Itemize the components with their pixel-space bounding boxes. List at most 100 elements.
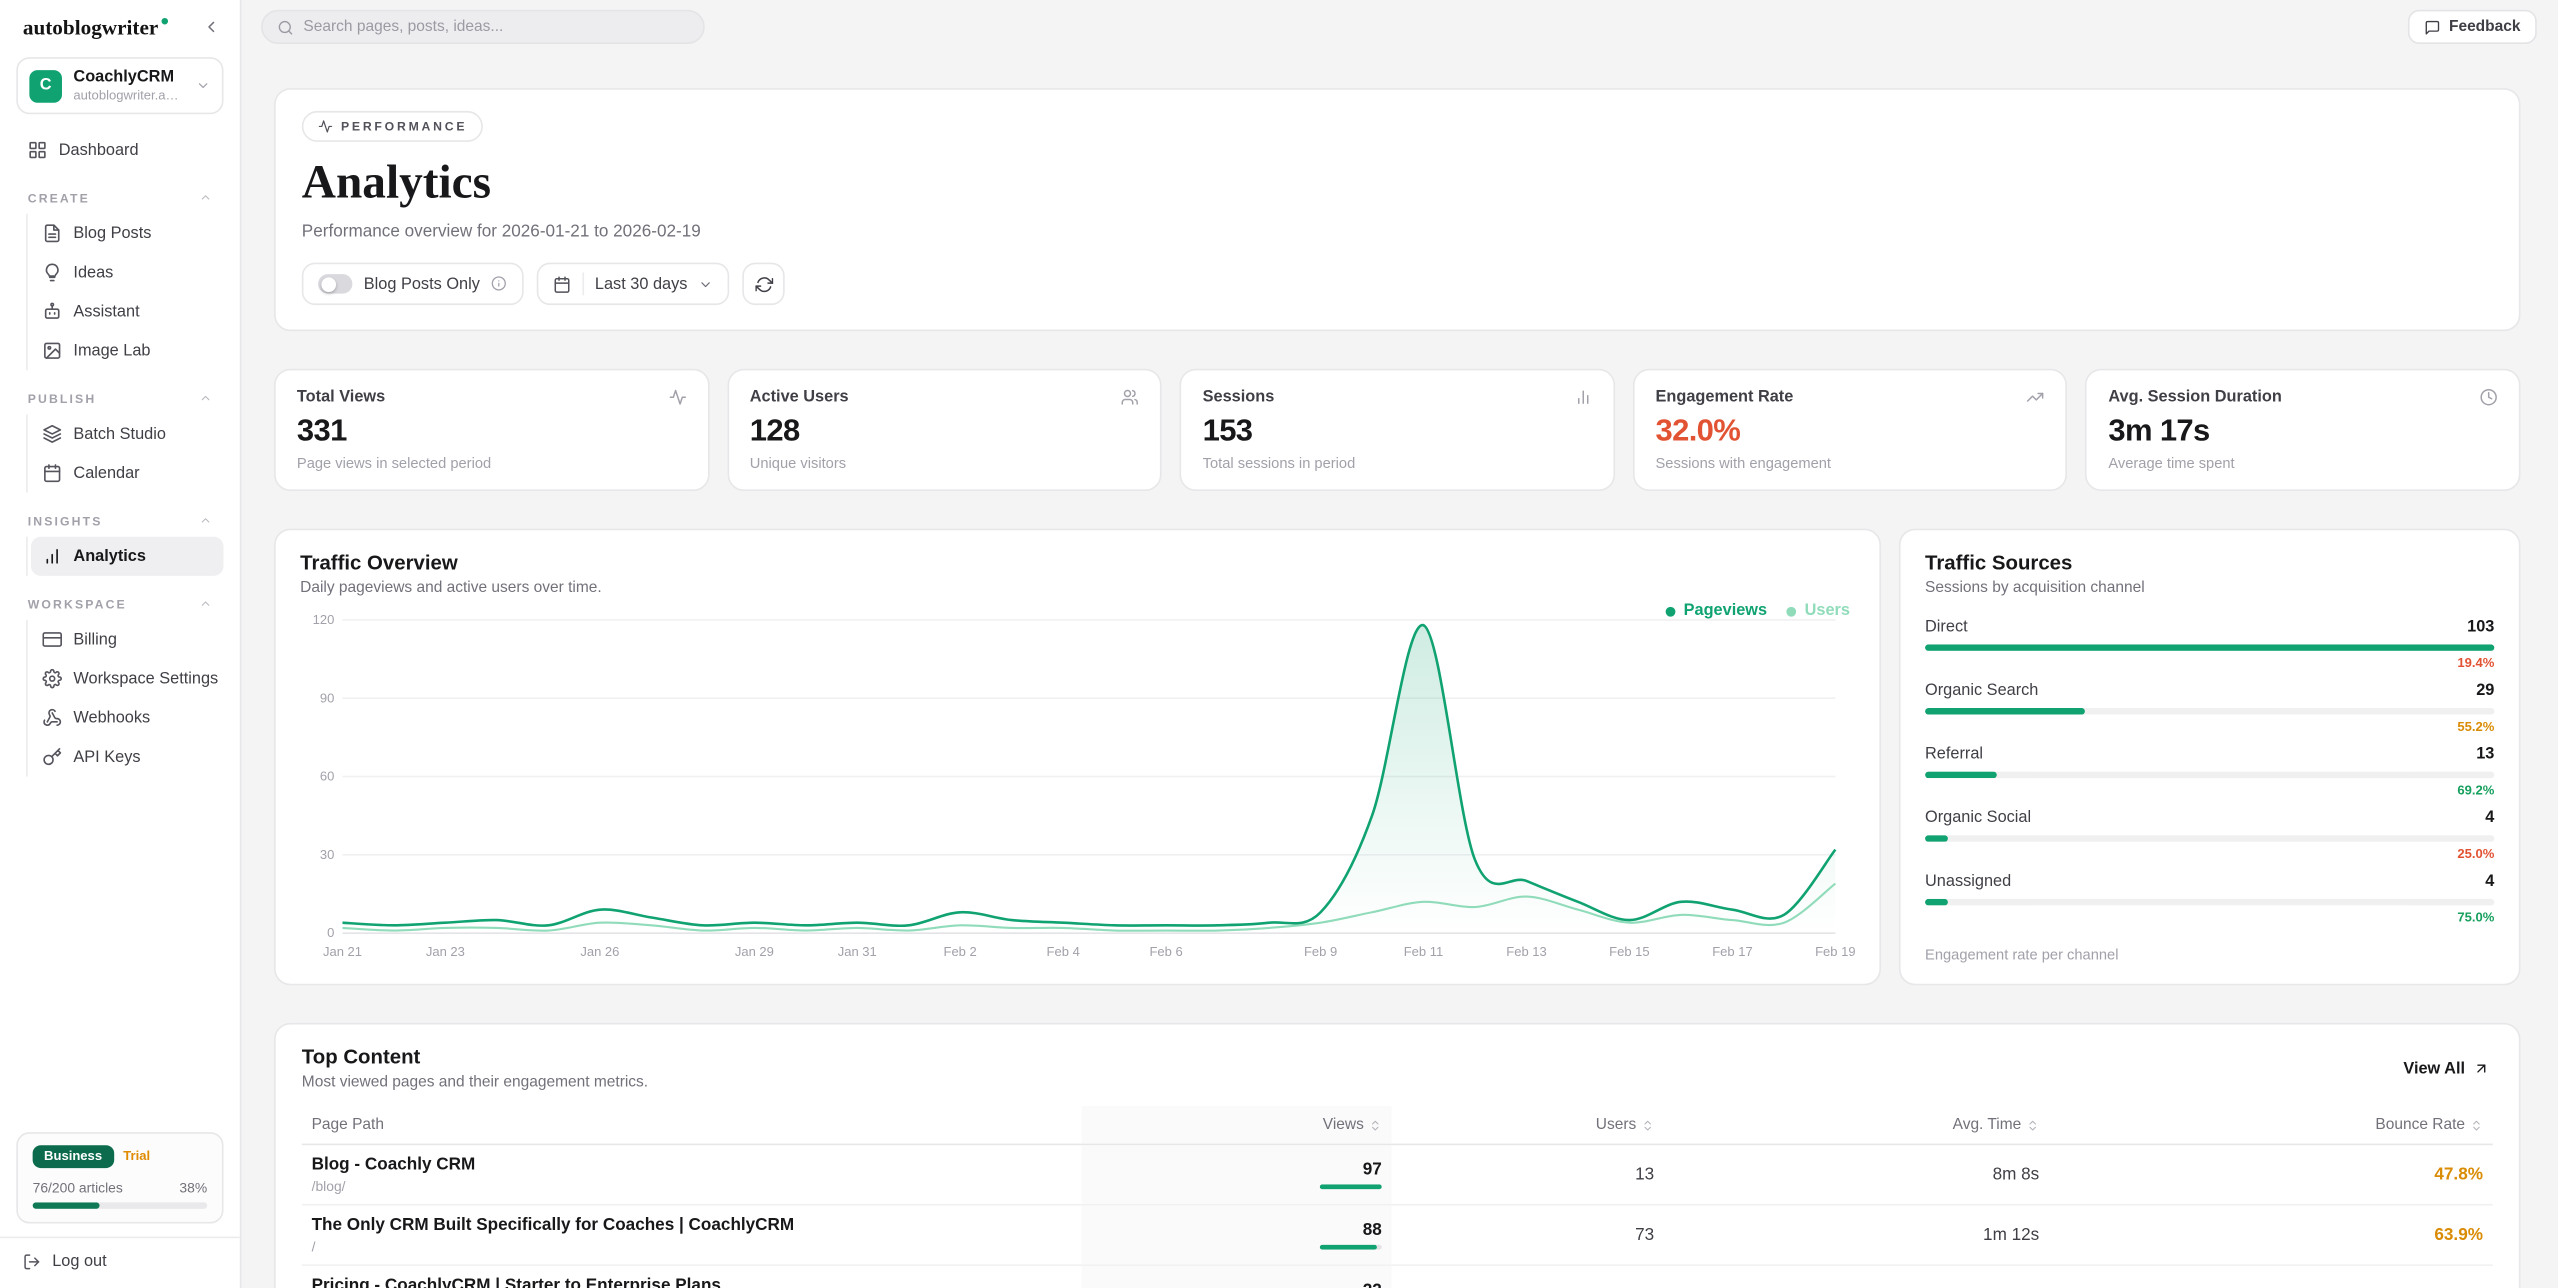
- source-name: Unassigned: [1925, 873, 2011, 891]
- users-cell: 73: [1392, 1215, 1664, 1254]
- arrow-up-right-icon: [2473, 1060, 2489, 1076]
- sidebar-item-workspace-settings[interactable]: Workspace Settings: [31, 659, 224, 698]
- column-header-page-path[interactable]: Page Path: [302, 1106, 1082, 1144]
- traffic-overview-title: Traffic Overview: [300, 551, 1855, 574]
- svg-text:Jan 26: Jan 26: [580, 944, 619, 959]
- nav-group-create: Blog PostsIdeasAssistantImage Lab: [26, 214, 223, 371]
- file-text-icon: [42, 223, 62, 243]
- source-bar-fill: [1925, 708, 2086, 715]
- bar-chart-icon: [42, 547, 62, 567]
- settings-icon: [42, 669, 62, 689]
- key-icon: [42, 747, 62, 767]
- views-mini-bar: [1320, 1184, 1382, 1189]
- traffic-source-organic-social: Organic Social425.0%: [1925, 809, 2494, 861]
- users-icon: [1121, 388, 1139, 406]
- source-engagement-rate: 75.0%: [1925, 910, 2494, 925]
- stat-value: 331: [297, 414, 686, 450]
- source-name: Referral: [1925, 746, 1983, 764]
- plan-progress-fill: [33, 1202, 99, 1209]
- chevron-up-icon: [199, 514, 212, 527]
- sidebar-item-api-keys[interactable]: API Keys: [31, 737, 224, 776]
- search-input[interactable]: [303, 18, 688, 36]
- avg-time-cell: 2m 57s: [1664, 1276, 2049, 1288]
- view-all-label: View All: [2403, 1060, 2465, 1078]
- workspace-url: autoblogwriter.app/coa...: [73, 88, 184, 103]
- chart-legend: Pageviews Users: [1666, 602, 1850, 620]
- table-row[interactable]: Pricing - CoachlyCRM | Starter to Enterp…: [302, 1266, 2493, 1288]
- nav-section-publish[interactable]: PUBLISH: [16, 382, 223, 415]
- stat-card-active-users: Active Users128Unique visitors: [727, 369, 1162, 491]
- column-header-views[interactable]: Views: [1082, 1106, 1392, 1144]
- page-path-cell: The Only CRM Built Specifically for Coac…: [302, 1206, 1082, 1265]
- views-cell: 22: [1082, 1266, 1392, 1288]
- nav-section-workspace[interactable]: WORKSPACE: [16, 587, 223, 620]
- top-content-table: Page Path Views Users Avg. Time: [302, 1106, 2493, 1288]
- nav-section-create[interactable]: CREATE: [16, 181, 223, 214]
- source-bar-fill: [1925, 772, 1997, 779]
- logout-label: Log out: [52, 1252, 106, 1270]
- sidebar-item-blog-posts[interactable]: Blog Posts: [31, 214, 224, 253]
- credit-card-icon: [42, 630, 62, 650]
- traffic-overview-chart: 0306090120Jan 21Jan 23Jan 26Jan 29Jan 31…: [300, 607, 1855, 963]
- svg-text:Feb 15: Feb 15: [1609, 944, 1649, 959]
- page-path-text: /: [312, 1238, 1072, 1254]
- sidebar-item-dashboard[interactable]: Dashboard: [16, 131, 223, 170]
- webhook-icon: [42, 708, 62, 728]
- view-all-button[interactable]: View All: [2400, 1053, 2493, 1084]
- sidebar-item-webhooks[interactable]: Webhooks: [31, 698, 224, 737]
- stats-row: Total Views331Page views in selected per…: [274, 369, 2520, 491]
- nav-group-insights: Analytics: [26, 537, 223, 576]
- stat-caption: Unique visitors: [750, 455, 1139, 471]
- activity-icon: [318, 119, 333, 134]
- page-title-text: The Only CRM Built Specifically for Coac…: [312, 1215, 1072, 1235]
- sidebar-item-calendar[interactable]: Calendar: [31, 454, 224, 493]
- main-area: Feedback Performance Analytics Performan…: [241, 0, 2558, 1288]
- page-path-cell: Pricing - CoachlyCRM | Starter to Enterp…: [302, 1266, 1082, 1288]
- sidebar-collapse-button[interactable]: [197, 15, 223, 41]
- feedback-button[interactable]: Feedback: [2408, 10, 2537, 44]
- workspace-selector[interactable]: C CoachlyCRM autoblogwriter.app/coa...: [16, 57, 223, 114]
- page-path-text: /blog/: [312, 1178, 1072, 1194]
- workspace-meta: CoachlyCRM autoblogwriter.app/coa...: [73, 69, 184, 103]
- table-row[interactable]: Blog - Coachly CRM/blog/97138m 8s47.8%: [302, 1145, 2493, 1205]
- nav-section-insights[interactable]: INSIGHTS: [16, 504, 223, 537]
- column-header-users[interactable]: Users: [1392, 1106, 1664, 1144]
- column-header-bounce-rate[interactable]: Bounce Rate: [2049, 1106, 2493, 1144]
- stat-card-engagement-rate: Engagement Rate32.0%Sessions with engage…: [1633, 369, 2068, 491]
- blog-posts-only-toggle[interactable]: Blog Posts Only: [302, 263, 523, 305]
- traffic-source-referral: Referral1369.2%: [1925, 746, 2494, 798]
- column-header-avg-time[interactable]: Avg. Time: [1664, 1106, 2049, 1144]
- stat-label: Engagement Rate: [1656, 388, 1794, 406]
- header-controls: Blog Posts Only Last 30 days: [302, 263, 2493, 305]
- sidebar-item-ideas[interactable]: Ideas: [31, 253, 224, 292]
- traffic-sources-card: Traffic Sources Sessions by acquisition …: [1899, 529, 2521, 986]
- sidebar-item-assistant[interactable]: Assistant: [31, 292, 224, 331]
- source-name: Organic Search: [1925, 682, 2038, 700]
- refresh-button[interactable]: [743, 263, 785, 305]
- sidebar-item-image-lab[interactable]: Image Lab: [31, 331, 224, 370]
- source-bar-track: [1925, 644, 2494, 651]
- bot-icon: [42, 302, 62, 322]
- sort-icon: [1369, 1118, 1382, 1131]
- svg-text:Feb 9: Feb 9: [1304, 944, 1337, 959]
- sidebar-item-analytics[interactable]: Analytics: [31, 537, 224, 576]
- traffic-source-unassigned: Unassigned475.0%: [1925, 873, 2494, 925]
- plan-percent: 38%: [179, 1179, 207, 1195]
- plan-badge: Business: [33, 1144, 114, 1167]
- sidebar: autoblogwriter C CoachlyCRM autoblogwrit…: [0, 0, 241, 1288]
- table-row[interactable]: The Only CRM Built Specifically for Coac…: [302, 1206, 2493, 1266]
- svg-text:Feb 17: Feb 17: [1712, 944, 1752, 959]
- avg-time-cell: 1m 12s: [1664, 1215, 2049, 1254]
- sidebar-item-label: Dashboard: [59, 141, 139, 159]
- app-logo[interactable]: autoblogwriter: [23, 15, 168, 41]
- traffic-sources-title: Traffic Sources: [1925, 551, 2494, 574]
- logout-button[interactable]: Log out: [0, 1236, 240, 1288]
- app-logo-text: autoblogwriter: [23, 15, 158, 41]
- sidebar-item-billing[interactable]: Billing: [31, 620, 224, 659]
- toggle-switch[interactable]: [318, 274, 352, 294]
- logo-dot: [162, 18, 169, 25]
- sidebar-item-batch-studio[interactable]: Batch Studio: [31, 414, 224, 453]
- page-title-text: Pricing - CoachlyCRM | Starter to Enterp…: [312, 1276, 1072, 1288]
- source-bar-fill: [1925, 644, 2494, 651]
- date-range-button[interactable]: Last 30 days: [536, 263, 730, 305]
